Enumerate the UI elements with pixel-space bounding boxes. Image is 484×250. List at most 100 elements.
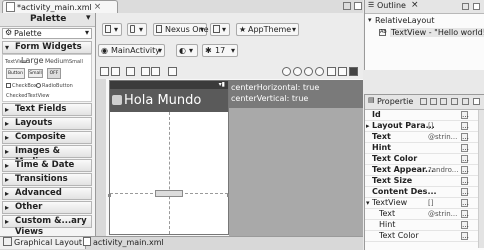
checkedtextview-widget[interactable]: CheckedTextView [6, 93, 49, 99]
category-transitions[interactable]: ▸ Transitions [2, 173, 92, 186]
emulate-size-icon[interactable] [338, 67, 347, 76]
resize-handle-left[interactable] [108, 194, 111, 197]
property-edit-button[interactable]: … [461, 166, 469, 174]
property-edit-button[interactable]: … [461, 232, 469, 240]
property-row[interactable]: ▾ TextView []… [365, 198, 484, 209]
property-row[interactable]: Text Color… [365, 154, 484, 165]
radio-icon[interactable] [36, 83, 41, 88]
maximize-icon[interactable] [473, 98, 480, 105]
property-edit-button[interactable]: … [461, 144, 469, 152]
property-value[interactable]: @strin... [428, 209, 460, 219]
property-name: Text [379, 209, 396, 218]
category-composite[interactable]: ▸ Composite [2, 131, 92, 144]
close-icon[interactable]: × [411, 0, 419, 10]
tab-graphical-layout[interactable]: Graphical Layout [0, 237, 87, 249]
button-widget[interactable]: Button [6, 68, 25, 79]
medium-text-widget[interactable]: Medium [45, 58, 69, 65]
maximize-icon[interactable] [473, 3, 480, 10]
property-row[interactable]: Text Color… [365, 231, 484, 242]
property-row[interactable]: Text Size… [365, 176, 484, 187]
screenshot-icon[interactable] [349, 67, 358, 76]
expand-arrow-icon[interactable]: ▸ [366, 121, 370, 131]
category-time-date[interactable]: ▸ Time & Date [2, 159, 92, 172]
tab-xml-source[interactable]: activity_main.xml [80, 237, 167, 249]
gravity-icon[interactable] [151, 67, 160, 76]
expand-arrow-icon: ▸ [5, 175, 10, 184]
zoom-out-icon[interactable] [293, 67, 302, 76]
collapse-arrow-icon[interactable]: ▾ [366, 198, 370, 208]
layout-height-icon[interactable] [111, 67, 120, 76]
property-row[interactable]: Content Des...… [365, 187, 484, 198]
property-row[interactable]: Hint… [365, 143, 484, 154]
categories-icon[interactable] [420, 98, 427, 105]
maximize-icon[interactable] [354, 2, 362, 10]
property-row[interactable]: Id… [365, 110, 484, 121]
minimize-icon[interactable] [462, 3, 469, 10]
margins-icon[interactable] [141, 67, 150, 76]
distribute-icon[interactable] [168, 67, 177, 76]
category-other[interactable]: ▸ Other [2, 201, 92, 214]
locale-combo[interactable]: ◐ ▾ [176, 44, 198, 57]
property-edit-button[interactable]: … [461, 133, 469, 141]
zoom-fit-icon[interactable] [304, 67, 313, 76]
property-edit-button[interactable]: … [461, 111, 469, 119]
layout-width-icon[interactable] [100, 67, 109, 76]
toggle-layout-icon[interactable] [327, 67, 336, 76]
palette-combo[interactable]: ⚙ Palette ▾ [2, 28, 92, 39]
property-edit-button[interactable]: … [461, 155, 469, 163]
palette-menu-icon[interactable]: ▾ [86, 13, 91, 23]
editor-tab[interactable]: *activity_main.xml × [2, 0, 118, 13]
gear-icon: ⚙ [5, 28, 13, 37]
property-edit-button[interactable]: … [461, 221, 469, 229]
zoom-real-icon[interactable] [315, 67, 324, 76]
toggle-button-widget[interactable]: OFF [47, 68, 61, 79]
outline-item-textview[interactable]: TextView - "Hello world!" [390, 28, 484, 37]
property-value[interactable]: [] [428, 198, 460, 208]
small-button-widget[interactable]: Small [28, 69, 43, 78]
zoom-in-icon[interactable] [282, 67, 291, 76]
property-value[interactable]: [] [428, 121, 460, 131]
api-level-combo[interactable]: ✱ 17 ▾ [202, 44, 238, 57]
property-row[interactable]: Hint… [365, 220, 484, 231]
property-edit-button[interactable]: … [461, 177, 469, 185]
checkbox-icon[interactable] [6, 83, 11, 88]
properties-scrollbar[interactable] [478, 110, 484, 248]
radiobutton-widget[interactable]: RadioButton [42, 83, 73, 89]
small-text-widget[interactable]: Small [69, 59, 83, 65]
property-row[interactable]: ▸ Layout Para...[]… [365, 121, 484, 132]
property-edit-button[interactable]: … [461, 122, 469, 130]
category-layouts[interactable]: ▸ Layouts [2, 117, 92, 130]
collapse-all-icon[interactable] [451, 98, 458, 105]
minimize-icon[interactable] [462, 98, 469, 105]
property-row[interactable]: Text @strin...… [365, 132, 484, 143]
selected-textview[interactable] [155, 190, 183, 197]
category-text-fields[interactable]: ▸ Text Fields [2, 103, 92, 116]
advanced-icon[interactable] [430, 98, 437, 105]
config-chooser[interactable]: ▾ [102, 23, 122, 36]
property-edit-button[interactable]: … [461, 188, 469, 196]
theme-combo[interactable]: ★ AppTheme ▾ [236, 23, 299, 36]
minimize-icon[interactable] [343, 2, 351, 10]
activity-combo[interactable]: ◉ MainActivity ▾ [98, 44, 165, 57]
property-row[interactable]: Text @strin...… [365, 209, 484, 220]
orientation-combo[interactable]: ▾ [210, 23, 230, 36]
property-value[interactable]: ?andro... [428, 165, 460, 175]
property-edit-button[interactable]: … [461, 210, 469, 218]
category-label: Time & Date [15, 160, 75, 170]
property-row[interactable]: Text Appear... ?andro...… [365, 165, 484, 176]
property-value[interactable]: @strin... [428, 132, 460, 142]
close-icon[interactable]: × [94, 2, 102, 12]
large-text-widget[interactable]: Large [21, 56, 44, 65]
baseline-icon[interactable] [126, 67, 135, 76]
collapse-arrow-icon[interactable]: ▾ [368, 16, 372, 24]
property-edit-button[interactable]: … [461, 199, 469, 207]
category-custom-views[interactable]: ▸ Custom &...ary Views [2, 215, 92, 237]
category-images-media[interactable]: ▸Images & Media [2, 145, 92, 167]
device-screen-combo[interactable]: ▾ [127, 23, 147, 36]
category-advanced[interactable]: ▸ Advanced [2, 187, 92, 200]
checkbox-widget[interactable]: CheckBox [12, 83, 37, 89]
device-combo[interactable]: Nexus One ▾ [153, 23, 209, 36]
filter-icon[interactable] [440, 98, 447, 105]
outline-item-relativelayout[interactable]: RelativeLayout [375, 16, 434, 25]
category-form-widgets[interactable]: ▾ Form Widgets [2, 41, 92, 54]
